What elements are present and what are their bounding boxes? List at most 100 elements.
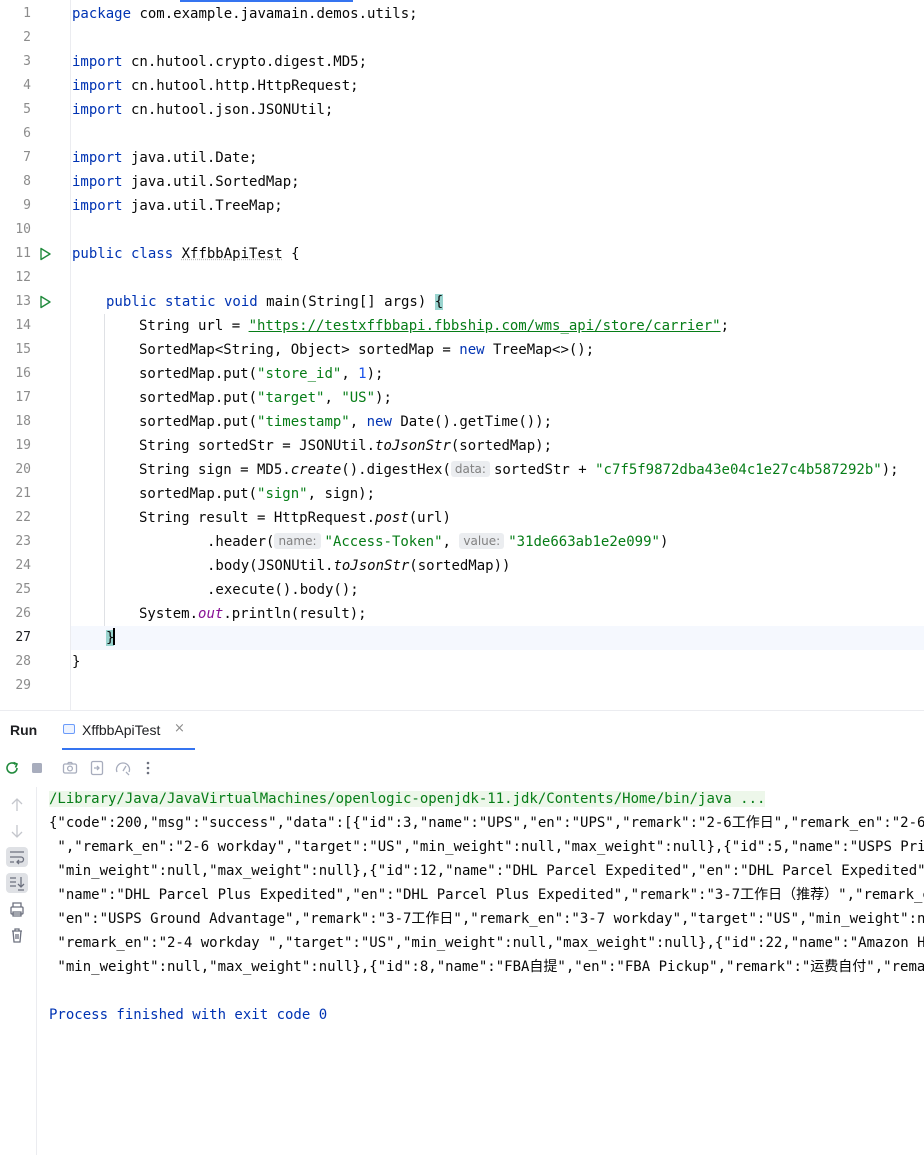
line-number: 29: [15, 678, 31, 693]
number-literal: 1: [358, 366, 367, 382]
code-text: cn.hutool.json.JSONUtil;: [122, 102, 334, 118]
code-text: com.example.javamain.demos.utils;: [131, 6, 418, 22]
line-number: 23: [15, 534, 31, 549]
soft-wrap-toggle[interactable]: [6, 847, 28, 867]
parameter-hint: name:: [274, 533, 321, 549]
code-text: SortedMap<String, Object> sortedMap =: [139, 342, 460, 358]
line-number: 5: [23, 102, 31, 117]
import-dump-icon[interactable]: [88, 759, 106, 777]
current-line-highlight: [71, 626, 924, 650]
code-text: (sortedMap)): [409, 558, 511, 574]
code-text: }: [72, 654, 81, 670]
code-line-24: .body(JSONUtil.toJsonStr(sortedMap)): [207, 554, 510, 578]
code-text: .println(result);: [223, 606, 367, 622]
code-line-27: }: [106, 626, 116, 650]
arrow-up-icon[interactable]: [6, 795, 28, 815]
tab-xffbbapitest[interactable]: XffbbApiTest ×: [62, 711, 195, 750]
code-text: java.util.SortedMap;: [122, 174, 300, 190]
static-field: out: [198, 606, 224, 622]
code-line-3: import cn.hutool.crypto.digest.MD5;: [72, 50, 367, 74]
code-text: sortedMap.put(: [139, 486, 258, 502]
code-text: ,: [442, 534, 460, 550]
console-output[interactable]: /Library/Java/JavaVirtualMachines/openlo…: [49, 787, 924, 1155]
camera-icon[interactable]: [61, 759, 79, 777]
indent-guide: [104, 314, 105, 626]
line-number: 15: [15, 342, 31, 357]
arrow-down-icon[interactable]: [6, 821, 28, 841]
code-text: java.util.TreeMap;: [122, 198, 283, 214]
string-literal: "31de663ab1e2e099": [508, 534, 660, 550]
editor-gutter: 1 2 3 4 5 6 7 8 9 10 11 12 13 14 15 16 1…: [0, 0, 70, 710]
more-options-icon[interactable]: [139, 759, 157, 777]
soft-wrap-icon: [10, 851, 25, 865]
code-text: (url): [408, 510, 451, 526]
code-text: String sortedStr = JSONUtil.: [139, 438, 376, 454]
code-editor[interactable]: 1 2 3 4 5 6 7 8 9 10 11 12 13 14 15 16 1…: [0, 0, 924, 710]
console-command-line: /Library/Java/JavaVirtualMachines/openlo…: [49, 787, 766, 811]
java-command[interactable]: /Library/Java/JavaVirtualMachines/openlo…: [49, 791, 766, 807]
text-caret: [113, 628, 116, 645]
keyword: import: [72, 54, 123, 70]
code-text: TreeMap<>();: [484, 342, 595, 358]
rerun-icon[interactable]: [3, 759, 21, 777]
code-text: main(String[] args): [257, 294, 435, 310]
code-text: ): [659, 534, 669, 550]
url-string[interactable]: "https://testxffbbapi.fbbship.com/wms_ap…: [249, 318, 721, 334]
static-method: create: [290, 462, 342, 478]
line-number: 12: [15, 270, 31, 285]
line-number: 24: [15, 558, 31, 573]
line-number: 1: [23, 6, 31, 21]
code-text: .body(JSONUtil.: [207, 558, 334, 574]
line-number: 14: [15, 318, 31, 333]
line-number: 18: [15, 414, 31, 429]
print-icon[interactable]: [6, 899, 28, 919]
code-line-18: sortedMap.put("timestamp", new Date().ge…: [139, 410, 552, 434]
profiler-icon[interactable]: [114, 759, 132, 777]
code-text: {: [282, 246, 300, 262]
code-line-21: sortedMap.put("sign", sign);: [139, 482, 375, 506]
scroll-to-end-toggle[interactable]: [6, 873, 28, 893]
console-line: "name":"DHL Parcel Plus Expedited","en":…: [49, 887, 924, 903]
line-number: 21: [15, 486, 31, 501]
line-number: 13: [15, 294, 31, 309]
code-line-20: String sign = MD5.create().digestHex(dat…: [139, 458, 899, 482]
static-method: toJsonStr: [375, 438, 451, 454]
line-number: 17: [15, 390, 31, 405]
code-text: );: [366, 366, 384, 382]
scroll-to-end-icon: [10, 877, 25, 891]
code-text: String result = HttpRequest.: [139, 510, 376, 526]
code-text: String sign = MD5.: [139, 462, 291, 478]
code-text: sortedMap.put(: [139, 390, 258, 406]
gutter-divider: [70, 0, 71, 710]
stop-icon[interactable]: [28, 759, 46, 777]
code-text: .execute().body();: [207, 582, 359, 598]
code-text: sortedStr +: [493, 462, 596, 478]
code-text: ,: [341, 366, 359, 382]
console-line: ","remark_en":"2-6 workday","target":"US…: [49, 839, 924, 855]
process-exit-message: Process finished with exit code 0: [49, 1007, 328, 1023]
line-number: 2: [23, 30, 31, 45]
trash-icon[interactable]: [6, 925, 28, 945]
code-line-26: System.out.println(result);: [139, 602, 367, 626]
code-text: (sortedMap);: [450, 438, 553, 454]
code-text: ,: [324, 390, 342, 406]
line-number: 25: [15, 582, 31, 597]
code-line-25: .execute().body();: [207, 578, 359, 602]
class-name: XffbbApiTest: [181, 246, 283, 262]
code-text: java.util.Date;: [122, 150, 258, 166]
run-main-icon[interactable]: [38, 295, 52, 309]
keyword: public class: [72, 246, 174, 262]
console-line: "remark_en":"2-4 workday ","target":"US"…: [49, 935, 924, 951]
code-text: .header(: [207, 534, 275, 550]
keyword: import: [72, 150, 123, 166]
string-literal: "timestamp": [257, 414, 350, 430]
run-class-icon[interactable]: [38, 247, 52, 261]
code-line-19: String sortedStr = JSONUtil.toJsonStr(so…: [139, 434, 552, 458]
line-number: 6: [23, 126, 31, 141]
keyword: import: [72, 102, 123, 118]
keyword: public static void: [106, 294, 258, 310]
run-tool-window: Run XffbbApiTest × /Library/Java/JavaVir…: [0, 710, 924, 1155]
code-text: cn.hutool.crypto.digest.MD5;: [122, 54, 368, 70]
code-text: System.: [139, 606, 199, 622]
close-icon[interactable]: ×: [174, 721, 185, 736]
